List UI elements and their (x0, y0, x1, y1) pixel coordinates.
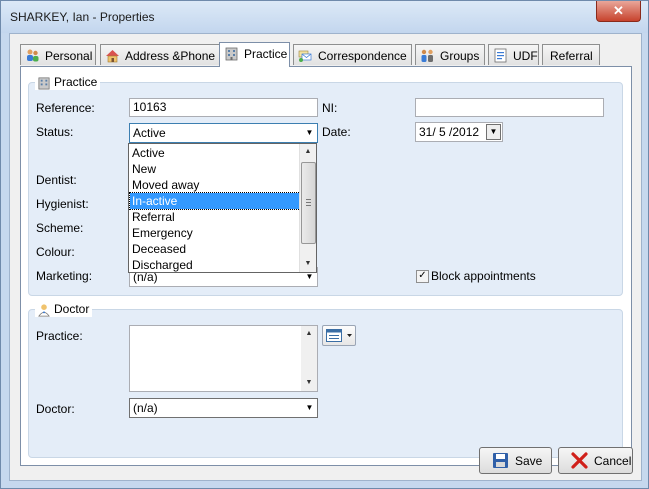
group-icon (421, 49, 433, 62)
check-icon: ✓ (418, 270, 427, 281)
scroll-down-icon[interactable]: ▼ (301, 375, 317, 391)
scrollbar-thumb[interactable] (301, 162, 316, 244)
cancel-button[interactable]: Cancel (558, 447, 633, 474)
tab-personal[interactable]: Personal (20, 44, 96, 65)
save-button[interactable]: Save (479, 447, 552, 474)
block-appointments-checkbox[interactable]: ✓ (416, 270, 429, 283)
properties-window: SHARKEY, Ian - Properties ✕ Personal Add… (0, 0, 649, 489)
doctor-practice-field[interactable]: ▲ ▼ (129, 325, 318, 392)
people-icon (27, 49, 39, 62)
status-dropdown-list[interactable]: Active New Moved away In-active Referral… (128, 143, 317, 273)
block-appointments-label: Block appointments (431, 269, 536, 283)
cancel-button-label: Cancel (594, 454, 632, 468)
doctor-group-title: Doctor (54, 302, 90, 316)
calendar-dropdown-icon[interactable]: ▼ (486, 124, 501, 140)
tab-label: Address &Phone (125, 49, 216, 63)
tab-label: Groups (440, 49, 480, 63)
tab-label: Referral (550, 49, 593, 63)
dropdown-scrollbar[interactable]: ▲ ▼ (299, 144, 316, 272)
tab-groups[interactable]: Groups (415, 44, 485, 65)
marketing-label: Marketing: (36, 269, 93, 283)
red-x-icon (571, 452, 588, 469)
chevron-down-icon[interactable]: ▼ (302, 124, 317, 142)
house-icon (106, 50, 119, 63)
floppy-disk-icon (493, 453, 508, 468)
status-label: Status: (36, 125, 74, 139)
status-value: Active (133, 126, 166, 140)
tab-address-phone[interactable]: Address &Phone (100, 44, 222, 65)
close-icon: ✕ (613, 3, 624, 18)
tab-label: Practice (244, 47, 288, 61)
date-value: 31/ 5 /2012 (419, 125, 480, 139)
ni-label: NI: (322, 101, 338, 115)
scheme-label: Scheme: (36, 221, 84, 235)
status-option[interactable]: New (130, 161, 302, 177)
reference-field[interactable]: 10163 (129, 98, 318, 117)
date-picker[interactable]: 31/ 5 /2012 ▼ (415, 122, 503, 142)
save-button-label: Save (515, 454, 543, 468)
reference-label: Reference: (36, 101, 95, 115)
status-option[interactable]: Moved away (130, 177, 302, 193)
close-button[interactable]: ✕ (596, 1, 641, 22)
tab-practice[interactable]: Practice (219, 42, 290, 67)
practice-group-title: Practice (54, 75, 98, 89)
practice-group-legend: Practice (35, 74, 101, 90)
card-list-icon (326, 329, 352, 342)
scroll-down-icon[interactable]: ▼ (300, 256, 316, 272)
tab-label: Personal (45, 49, 93, 63)
doctor-value: (n/a) (133, 401, 158, 415)
ni-field[interactable] (415, 98, 604, 117)
dialog-body: Personal Address &Phone Practice Corresp… (9, 33, 642, 481)
doctor-practice-label: Practice: (36, 329, 83, 343)
date-label: Date: (322, 125, 351, 139)
status-option[interactable]: Emergency (130, 225, 302, 241)
window-title: SHARKEY, Ian - Properties (10, 10, 155, 24)
practice-tab-panel: Practice Reference: 10163 NI: Status: Ac… (20, 66, 632, 466)
doctor-label: Doctor: (36, 402, 75, 416)
building-icon (225, 47, 238, 61)
letters-icon (298, 50, 312, 62)
tab-udf[interactable]: UDF (488, 44, 539, 65)
status-option[interactable]: Referral (130, 209, 302, 225)
status-option[interactable]: Discharged (130, 257, 302, 273)
doctor-combo[interactable]: (n/a) ▼ (129, 398, 318, 418)
status-combo[interactable]: Active ▼ (129, 123, 318, 143)
scroll-up-icon[interactable]: ▲ (301, 326, 317, 342)
practice-picker-button[interactable] (322, 325, 356, 346)
form-icon (494, 48, 507, 63)
tab-label: UDF (513, 49, 538, 63)
doctor-icon (38, 304, 50, 317)
tab-correspondence[interactable]: Correspondence (293, 44, 412, 65)
status-option[interactable]: Active (130, 145, 302, 161)
title-bar[interactable]: SHARKEY, Ian - Properties ✕ (1, 1, 648, 33)
chevron-down-icon[interactable]: ▼ (302, 399, 317, 417)
tab-label: Correspondence (318, 49, 407, 63)
status-option-highlighted[interactable]: In-active (129, 192, 303, 210)
doctor-practice-scrollbar[interactable]: ▲ ▼ (301, 326, 317, 391)
status-option[interactable]: Deceased (130, 241, 302, 257)
doctor-group-legend: Doctor (35, 301, 93, 317)
hygienist-label: Hygienist: (36, 197, 89, 211)
dentist-label: Dentist: (36, 173, 77, 187)
colour-label: Colour: (36, 245, 75, 259)
tab-referral[interactable]: Referral (542, 44, 600, 65)
building-icon (38, 77, 50, 90)
scroll-up-icon[interactable]: ▲ (300, 144, 316, 160)
